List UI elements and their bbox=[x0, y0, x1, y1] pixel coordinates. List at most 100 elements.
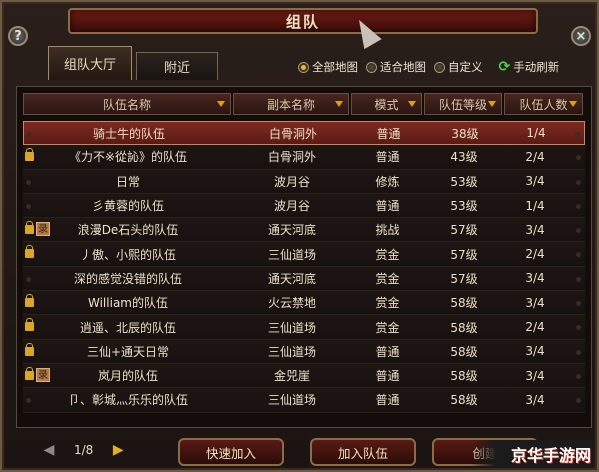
lock-icon bbox=[25, 366, 34, 380]
table-row[interactable]: 逍遥、北辰的队伍 三仙道场 赏金 58级 2/4 bbox=[23, 315, 585, 340]
map-name-cell: 白骨洞外 bbox=[268, 126, 317, 141]
count-cell: 3/4 bbox=[525, 368, 545, 383]
filter-label: 自定义 bbox=[448, 60, 483, 74]
pager: ◀ 1/8 ▶ bbox=[38, 442, 129, 458]
mode-cell: 普通 bbox=[375, 344, 400, 359]
column-team-level[interactable]: 队伍等级 bbox=[424, 93, 502, 115]
radio-icon[interactable] bbox=[366, 61, 377, 73]
map-name-cell: 三仙道场 bbox=[267, 393, 316, 408]
mode-cell: 挑战 bbox=[375, 223, 400, 238]
tab-nearby[interactable]: 附近 bbox=[136, 52, 218, 80]
team-name-cell: 《力不※從訫》的队伍 bbox=[68, 150, 188, 165]
count-cell: 3/4 bbox=[525, 222, 545, 237]
map-name-cell: 三仙道场 bbox=[267, 247, 316, 262]
column-label: 模式 bbox=[374, 97, 399, 112]
tab-team-lobby[interactable]: 组队大厅 bbox=[48, 46, 132, 80]
lock-icon bbox=[25, 245, 34, 259]
table-header: 队伍名称 副本名称 模式 队伍等级 队伍人数 bbox=[23, 93, 585, 115]
row-end-dot-icon bbox=[576, 373, 581, 379]
mode-cell: 普通 bbox=[375, 150, 400, 165]
map-name-cell: 白骨洞外 bbox=[267, 150, 316, 165]
table-row[interactable]: 日常 波月谷 修炼 53级 3/4 bbox=[23, 169, 585, 194]
column-label: 队伍人数 bbox=[519, 97, 568, 112]
record-badge-icon: 录 bbox=[36, 222, 50, 237]
join-team-button[interactable]: 加入队伍 bbox=[310, 438, 416, 466]
table-row[interactable]: 录 岚月的队伍 金兕崖 普通 58级 3/4 bbox=[23, 363, 585, 389]
radio-icon[interactable] bbox=[434, 61, 445, 73]
mode-cell: 普通 bbox=[375, 199, 400, 214]
column-mode[interactable]: 模式 bbox=[351, 93, 422, 115]
map-name-cell: 三仙道场 bbox=[267, 344, 316, 359]
column-map-name[interactable]: 副本名称 bbox=[233, 93, 349, 115]
team-name-cell: 彡黄蓉的队伍 bbox=[91, 199, 164, 214]
count-cell: 3/4 bbox=[525, 295, 545, 310]
mode-cell: 普通 bbox=[375, 369, 400, 384]
count-cell: 3/4 bbox=[525, 344, 545, 359]
map-name-cell: 金兕崖 bbox=[273, 369, 310, 384]
row-end-dot-icon bbox=[576, 276, 581, 282]
help-button[interactable]: ? bbox=[8, 26, 28, 46]
count-cell: 3/4 bbox=[525, 271, 545, 286]
lock-icon bbox=[25, 318, 34, 332]
row-end-dot-icon bbox=[576, 228, 581, 234]
table-row[interactable]: 骑士牛的队伍 白骨洞外 普通 38级 1/4 bbox=[23, 121, 585, 146]
row-dot-icon bbox=[27, 132, 32, 137]
map-name-cell: 通天河底 bbox=[267, 223, 316, 238]
team-window: 组队 ? × 组队大厅 附近 全部地图 适合地图 自定义 ⟳ 手动刷新 队伍名称 bbox=[0, 0, 599, 472]
table-body: 骑士牛的队伍 白骨洞外 普通 38级 1/4 《力不※從訫》的队伍 白骨洞外 普通 43级 2/4… bbox=[23, 121, 585, 413]
row-end-dot-icon bbox=[576, 398, 581, 404]
filter-suitable-maps[interactable]: 适合地图 bbox=[366, 59, 426, 75]
map-name-cell: 三仙道场 bbox=[267, 320, 316, 335]
table-row[interactable]: William的队伍 火云禁地 赏金 58级 3/4 bbox=[23, 291, 585, 316]
quick-join-button[interactable]: 快速加入 bbox=[178, 438, 284, 466]
mode-cell: 赏金 bbox=[375, 247, 400, 262]
sort-arrow-icon bbox=[488, 101, 496, 107]
filter-all-maps[interactable]: 全部地图 bbox=[298, 59, 358, 75]
refresh-button[interactable]: ⟳ 手动刷新 bbox=[499, 59, 560, 75]
close-button[interactable]: × bbox=[571, 26, 591, 46]
table-row[interactable]: 三仙+通天日常 三仙道场 普通 58级 3/4 bbox=[23, 339, 585, 364]
level-cell: 58级 bbox=[450, 344, 478, 359]
row-dot-icon bbox=[26, 276, 31, 282]
row-end-dot-icon bbox=[576, 301, 581, 307]
column-team-name[interactable]: 队伍名称 bbox=[23, 93, 231, 115]
lock-icon bbox=[25, 221, 34, 235]
table-row[interactable]: 卩、彰城灬乐乐的队伍 三仙道场 普通 58级 3/4 bbox=[23, 388, 585, 413]
team-name-cell: 岚月的队伍 bbox=[97, 369, 158, 384]
sort-arrow-icon bbox=[408, 101, 416, 107]
table-row[interactable]: 彡黄蓉的队伍 波月谷 普通 53级 1/4 bbox=[23, 193, 585, 219]
mode-cell: 普通 bbox=[375, 393, 400, 408]
refresh-label: 手动刷新 bbox=[513, 60, 560, 74]
level-cell: 58级 bbox=[450, 393, 478, 408]
team-name-cell: 浪漫De石头的队伍 bbox=[77, 223, 179, 238]
filter-label: 全部地图 bbox=[312, 60, 358, 74]
count-cell: 3/4 bbox=[525, 174, 545, 189]
team-name-cell: 日常 bbox=[115, 174, 140, 189]
watermark-logo: 京华手游网 bbox=[471, 440, 595, 468]
lock-icon bbox=[25, 342, 34, 356]
row-end-dot-icon bbox=[576, 325, 581, 331]
row-dot-icon bbox=[26, 179, 31, 185]
column-team-count[interactable]: 队伍人数 bbox=[504, 93, 583, 115]
count-cell: 2/4 bbox=[525, 149, 545, 164]
level-cell: 57级 bbox=[450, 271, 478, 286]
title-bar: 组队 bbox=[68, 8, 538, 34]
lock-icon bbox=[25, 294, 34, 308]
team-list: 队伍名称 副本名称 模式 队伍等级 队伍人数 骑士牛的队伍 白骨洞外 普通 38级 1/… bbox=[16, 86, 592, 428]
level-cell: 58级 bbox=[450, 369, 478, 384]
table-row[interactable]: 深的感觉没错的队伍 通天河底 赏金 57级 3/4 bbox=[23, 266, 585, 292]
record-badge-icon: 录 bbox=[36, 367, 50, 382]
filter-custom[interactable]: 自定义 bbox=[434, 59, 483, 75]
radio-icon[interactable] bbox=[298, 61, 309, 73]
next-page-icon[interactable]: ▶ bbox=[107, 442, 129, 458]
table-row[interactable]: 录 浪漫De石头的队伍 通天河底 挑战 57级 3/4 bbox=[23, 218, 585, 243]
prev-page-icon[interactable]: ◀ bbox=[38, 442, 60, 458]
team-name-cell: 逍遥、北辰的队伍 bbox=[79, 320, 176, 335]
level-cell: 57级 bbox=[450, 223, 478, 238]
table-row[interactable]: 《力不※從訫》的队伍 白骨洞外 普通 43级 2/4 bbox=[23, 145, 585, 170]
level-cell: 58级 bbox=[450, 296, 478, 311]
window-title: 组队 bbox=[285, 12, 320, 31]
sort-arrow-icon bbox=[569, 101, 577, 107]
table-row[interactable]: 丿傲、小熙的队伍 三仙道场 赏金 57级 2/4 bbox=[23, 242, 585, 267]
level-cell: 38级 bbox=[451, 126, 479, 141]
